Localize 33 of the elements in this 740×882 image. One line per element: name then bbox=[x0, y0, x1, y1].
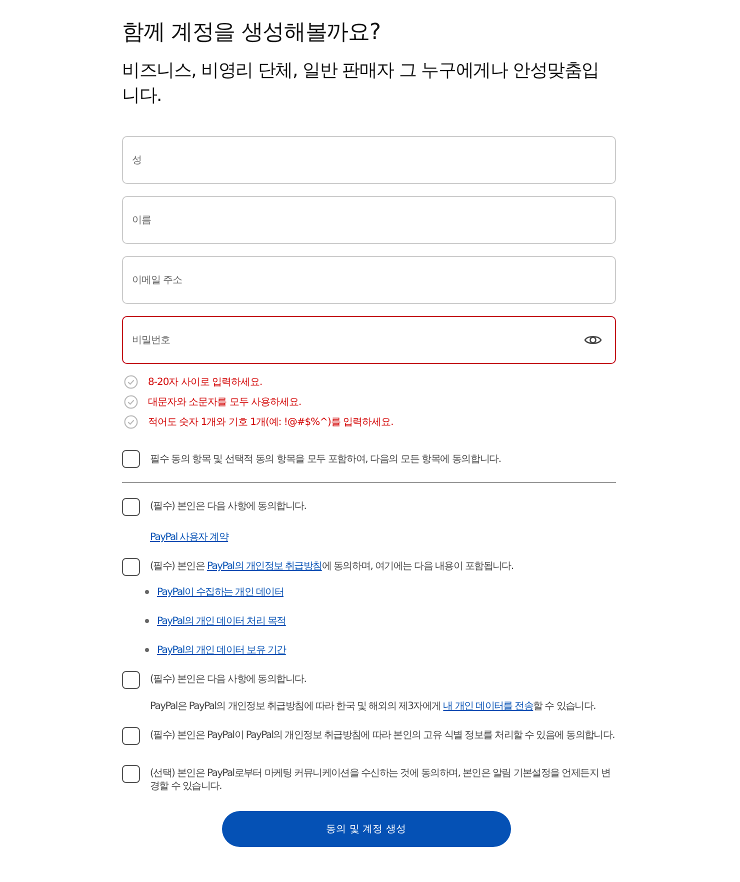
policy-link[interactable]: PayPal의 개인 데이터 처리 목적 bbox=[157, 613, 286, 628]
page-subheading: 비즈니스, 비영리 단체, 일반 판매자 그 누구에게나 안성맞춤입니다. bbox=[122, 59, 600, 108]
checkbox[interactable] bbox=[122, 671, 140, 689]
create-account-button[interactable]: 동의 및 계정 생성 bbox=[222, 811, 510, 847]
checkbox[interactable] bbox=[122, 558, 140, 576]
consent-text: (필수) 본인은 PayPal이 PayPal의 개인정보 취급방침에 따라 본인의 고유 식별 정보를 처리할 수 있음에 동의합니다. bbox=[150, 729, 615, 742]
checkbox[interactable] bbox=[122, 765, 140, 783]
bullet-dot bbox=[145, 618, 149, 622]
checkbox[interactable] bbox=[122, 498, 140, 516]
consent-text: (필수) 본인은 다음 사항에 동의합니다. bbox=[150, 500, 306, 513]
eye-icon[interactable] bbox=[584, 334, 602, 346]
password-field[interactable]: 비밀번호 bbox=[122, 316, 616, 364]
agree-all-label: 필수 동의 항목 및 선택적 동의 항목을 모두 포함하여, 다음의 모든 항목에 동의합니다. bbox=[150, 453, 501, 466]
password-rule: 적어도 숫자 1개와 기호 1개(예: !@#$%^)를 입력하세요. bbox=[148, 416, 394, 429]
policy-link[interactable]: PayPal이 수집하는 개인 데이터 bbox=[157, 584, 284, 599]
consent-text: (선택) 본인은 PayPal로부터 마케팅 커뮤니케이션을 수신하는 것에 동의하며, 본인은 알림 기본설정을 언제든지 변경할 수 있습니다. bbox=[150, 767, 612, 793]
policy-link[interactable]: 내 개인 데이터를 전송 bbox=[443, 701, 534, 712]
page-heading: 함께 계정을 생성해볼까요? bbox=[122, 19, 382, 47]
policy-link[interactable]: PayPal의 개인정보 취급방침 bbox=[206, 561, 322, 572]
checkbox[interactable] bbox=[122, 727, 140, 745]
input-field[interactable]: 성 bbox=[122, 136, 616, 184]
consent-text: (필수) 본인은 PayPal의 개인정보 취급방침에 동의하며, 여기에는 다음 내용이 포함됩니다. bbox=[150, 560, 514, 573]
bullet-dot bbox=[145, 648, 149, 652]
password-rule: 대문자와 소문자를 모두 사용하세요. bbox=[148, 396, 302, 409]
policy-link[interactable]: PayPal의 개인 데이터 보유 기간 bbox=[157, 642, 286, 657]
password-rule: 8-20자 사이로 입력하세요. bbox=[148, 376, 262, 389]
consent-text: (필수) 본인은 다음 사항에 동의합니다. bbox=[150, 673, 306, 686]
policy-link[interactable]: PayPal 사용자 계약 bbox=[150, 530, 228, 543]
input-field[interactable]: 이름 bbox=[122, 196, 616, 244]
consent-text: PayPal은 PayPal의 개인정보 취급방침에 따라 한국 및 해외의 제3자에게 내 개인 데이터를 전송할 수 있습니다. bbox=[150, 700, 596, 713]
checkbox[interactable] bbox=[122, 450, 140, 468]
input-field[interactable]: 이메일 주소 bbox=[122, 256, 616, 304]
bullet-dot bbox=[145, 590, 149, 594]
